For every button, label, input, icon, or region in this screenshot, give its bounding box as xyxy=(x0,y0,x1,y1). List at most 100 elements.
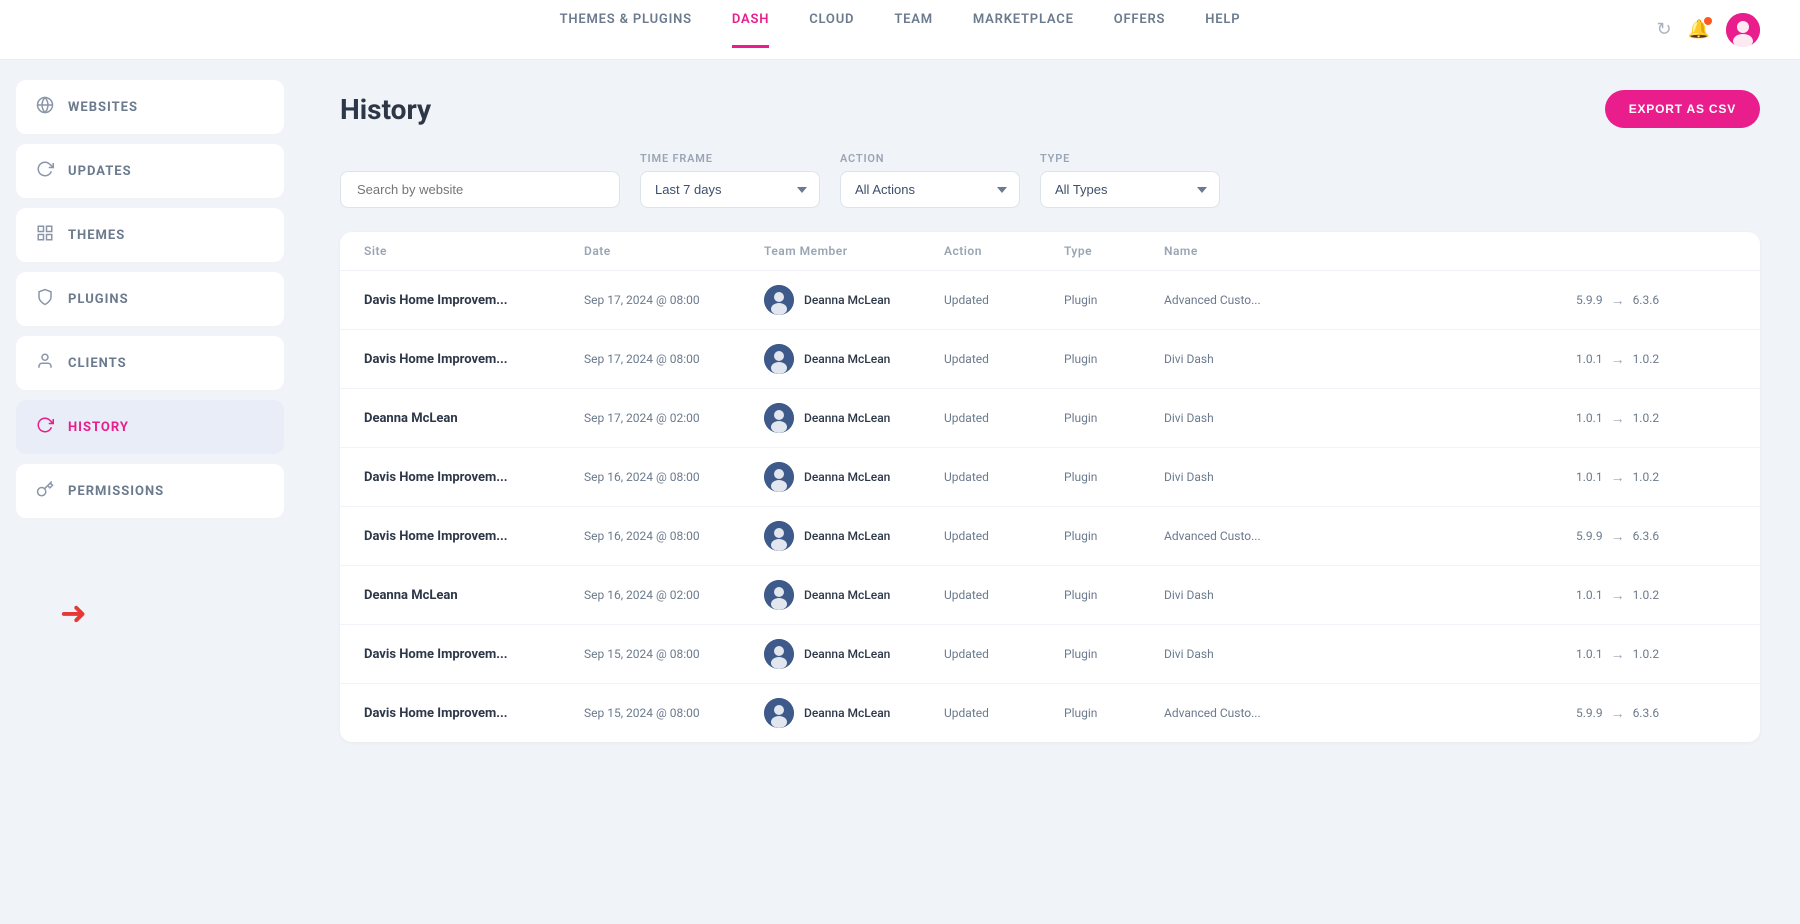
nav-links: THEMES & PLUGINS DASH CLOUD TEAM MARKETP… xyxy=(560,12,1241,48)
member-cell: Deanna McLean xyxy=(764,639,944,669)
version-arrow: → xyxy=(1611,469,1625,486)
version-arrow: → xyxy=(1611,410,1625,427)
action-label: ACTION xyxy=(840,152,1020,165)
themes-icon xyxy=(36,224,54,246)
table-row: Davis Home Improvem... Sep 16, 2024 @ 08… xyxy=(340,448,1760,507)
nav-themes-plugins[interactable]: THEMES & PLUGINS xyxy=(560,12,692,48)
action-cell: Updated xyxy=(944,706,1064,720)
version-to: 1.0.2 xyxy=(1633,411,1660,425)
refresh-icon[interactable]: ↻ xyxy=(1656,19,1671,40)
nav-marketplace[interactable]: MARKETPLACE xyxy=(973,12,1074,48)
col-type: Type xyxy=(1064,244,1164,258)
site-name: Deanna McLean xyxy=(364,588,584,603)
version-from: 5.9.9 xyxy=(1576,706,1603,720)
table-row: Deanna McLean Sep 16, 2024 @ 02:00 Deann… xyxy=(340,566,1760,625)
member-name: Deanna McLean xyxy=(804,470,890,484)
version-arrow: → xyxy=(1611,705,1625,722)
member-avatar xyxy=(764,698,794,728)
version-to: 1.0.2 xyxy=(1633,352,1660,366)
nav-cloud[interactable]: CLOUD xyxy=(809,12,854,48)
top-nav: THEMES & PLUGINS DASH CLOUD TEAM MARKETP… xyxy=(0,0,1800,60)
version-to: 1.0.2 xyxy=(1633,588,1660,602)
globe-icon xyxy=(36,96,54,118)
member-avatar xyxy=(764,521,794,551)
type-group: TYPE All Types Plugin Theme Core xyxy=(1040,152,1220,208)
version-cell: 1.0.1 → 1.0.2 xyxy=(1576,351,1736,368)
type-select[interactable]: All Types Plugin Theme Core xyxy=(1040,171,1220,208)
type-cell: Plugin xyxy=(1064,529,1164,543)
updates-icon xyxy=(36,160,54,182)
avatar[interactable] xyxy=(1726,13,1760,47)
site-name: Davis Home Improvem... xyxy=(364,706,584,721)
history-icon xyxy=(36,416,54,438)
member-cell: Deanna McLean xyxy=(764,580,944,610)
date-cell: Sep 17, 2024 @ 08:00 xyxy=(584,352,764,366)
member-cell: Deanna McLean xyxy=(764,285,944,315)
col-date: Date xyxy=(584,244,764,258)
member-avatar xyxy=(764,462,794,492)
version-to: 6.3.6 xyxy=(1633,293,1660,307)
timeframe-select[interactable]: Last 7 days Last 14 days Last 30 days La… xyxy=(640,171,820,208)
search-input[interactable] xyxy=(340,171,620,208)
version-cell: 1.0.1 → 1.0.2 xyxy=(1576,646,1736,663)
nav-dash[interactable]: DASH xyxy=(732,12,769,48)
permissions-icon xyxy=(36,480,54,502)
timeframe-group: TIME FRAME Last 7 days Last 14 days Last… xyxy=(640,152,820,208)
sidebar-item-clients[interactable]: CLIENTS xyxy=(16,336,284,390)
bell-icon[interactable]: 🔔 xyxy=(1688,19,1710,40)
version-to: 6.3.6 xyxy=(1633,706,1660,720)
member-avatar xyxy=(764,639,794,669)
sidebar-item-updates[interactable]: UPDATES xyxy=(16,144,284,198)
col-version xyxy=(1576,244,1736,258)
version-cell: 5.9.9 → 6.3.6 xyxy=(1576,705,1736,722)
nav-team[interactable]: TEAM xyxy=(894,12,933,48)
type-label: TYPE xyxy=(1040,152,1220,165)
type-cell: Plugin xyxy=(1064,647,1164,661)
col-action: Action xyxy=(944,244,1064,258)
name-cell: Divi Dash xyxy=(1164,647,1576,661)
date-cell: Sep 15, 2024 @ 08:00 xyxy=(584,706,764,720)
sidebar-item-label: UPDATES xyxy=(68,164,132,179)
table-row: Deanna McLean Sep 17, 2024 @ 02:00 Deann… xyxy=(340,389,1760,448)
version-from: 5.9.9 xyxy=(1576,529,1603,543)
version-arrow: → xyxy=(1611,292,1625,309)
member-name: Deanna McLean xyxy=(804,293,890,307)
nav-help[interactable]: HELP xyxy=(1205,12,1240,48)
sidebar-item-themes[interactable]: THEMES xyxy=(16,208,284,262)
nav-offers[interactable]: OFFERS xyxy=(1114,12,1166,48)
table-body: Davis Home Improvem... Sep 17, 2024 @ 08… xyxy=(340,271,1760,742)
main-content: History EXPORT AS CSV TIME FRAME Last 7 … xyxy=(300,60,1800,924)
date-cell: Sep 17, 2024 @ 08:00 xyxy=(584,293,764,307)
type-cell: Plugin xyxy=(1064,470,1164,484)
name-cell: Advanced Custo... xyxy=(1164,529,1576,543)
sidebar-item-history[interactable]: HISTORY xyxy=(16,400,284,454)
sidebar-item-plugins[interactable]: PLUGINS xyxy=(16,272,284,326)
action-cell: Updated xyxy=(944,411,1064,425)
action-cell: Updated xyxy=(944,588,1064,602)
filters-row: TIME FRAME Last 7 days Last 14 days Last… xyxy=(340,152,1760,208)
type-cell: Plugin xyxy=(1064,411,1164,425)
version-from: 1.0.1 xyxy=(1576,411,1603,425)
member-avatar xyxy=(764,344,794,374)
type-cell: Plugin xyxy=(1064,588,1164,602)
action-group: ACTION All Actions Updated Installed Del… xyxy=(840,152,1020,208)
site-name: Deanna McLean xyxy=(364,411,584,426)
name-cell: Advanced Custo... xyxy=(1164,293,1576,307)
action-cell: Updated xyxy=(944,352,1064,366)
nav-right: ↻ 🔔 xyxy=(1656,13,1760,47)
sidebar-item-websites[interactable]: WEBSITES xyxy=(16,80,284,134)
member-name: Deanna McLean xyxy=(804,529,890,543)
version-cell: 5.9.9 → 6.3.6 xyxy=(1576,528,1736,545)
action-select[interactable]: All Actions Updated Installed Deleted xyxy=(840,171,1020,208)
page-title: History xyxy=(340,93,431,126)
version-arrow: → xyxy=(1611,351,1625,368)
sidebar-item-permissions[interactable]: PERMISSIONS xyxy=(16,464,284,518)
export-csv-button[interactable]: EXPORT AS CSV xyxy=(1605,90,1760,128)
action-cell: Updated xyxy=(944,470,1064,484)
table-row: Davis Home Improvem... Sep 15, 2024 @ 08… xyxy=(340,684,1760,742)
sidebar-item-label: HISTORY xyxy=(68,420,129,435)
name-cell: Divi Dash xyxy=(1164,352,1576,366)
search-group xyxy=(340,171,620,208)
sidebar-item-label: PERMISSIONS xyxy=(68,484,164,499)
date-cell: Sep 16, 2024 @ 02:00 xyxy=(584,588,764,602)
